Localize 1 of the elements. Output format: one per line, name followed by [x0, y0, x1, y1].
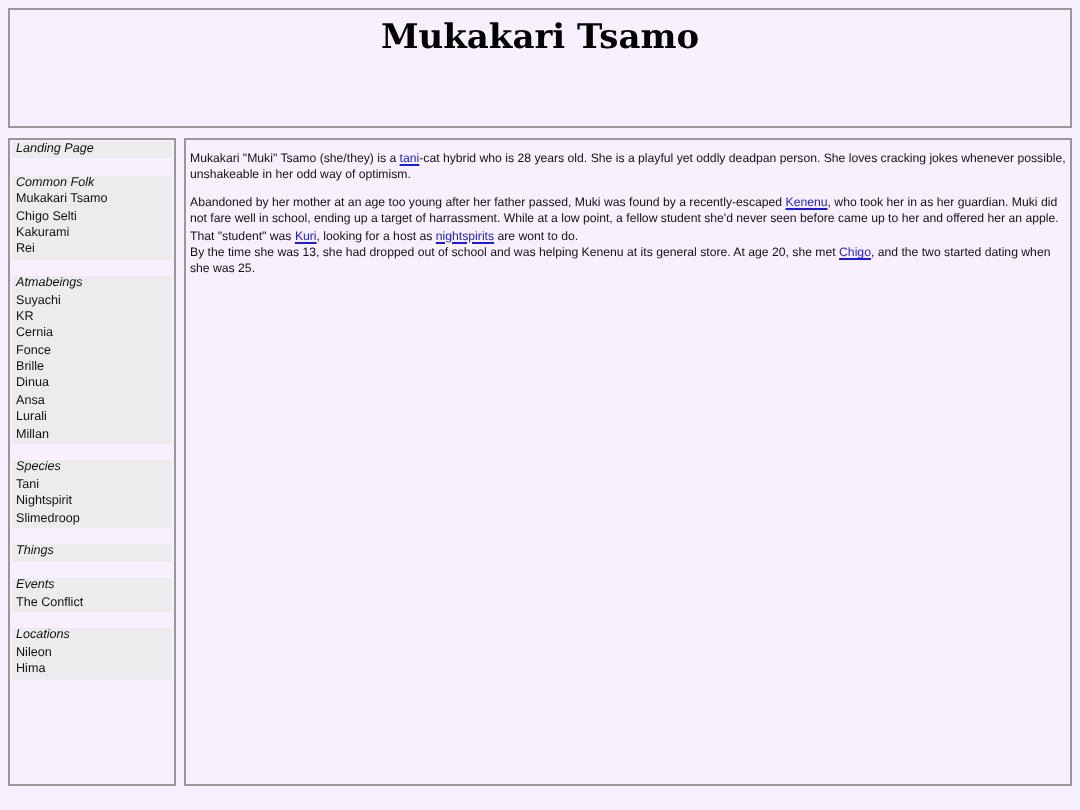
page-title: Mukakari Tsamo: [378, 18, 702, 59]
